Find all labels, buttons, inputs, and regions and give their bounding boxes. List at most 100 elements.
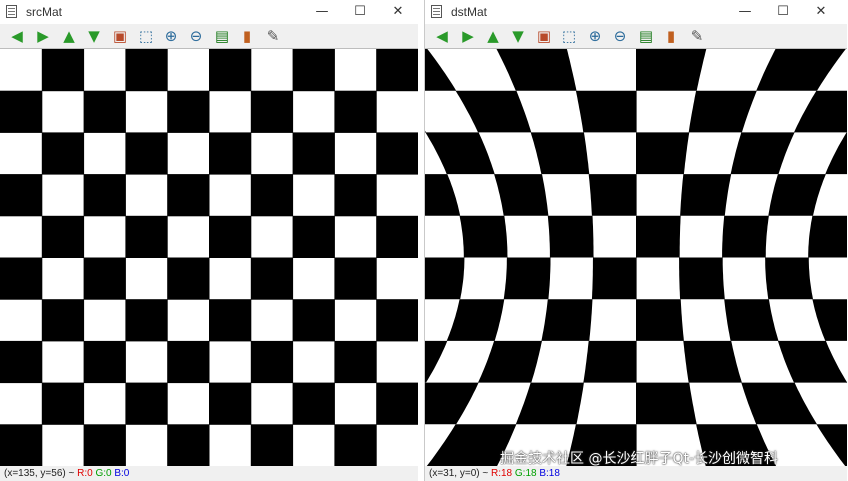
board-square — [636, 215, 681, 258]
board-square — [250, 257, 294, 300]
board-square — [292, 132, 335, 175]
board-square — [125, 382, 168, 425]
green-value: G:0 — [95, 468, 112, 479]
minimize-button[interactable]: — — [302, 2, 342, 22]
image-icon[interactable]: ▣ — [110, 27, 130, 45]
board-square — [722, 215, 769, 258]
board-square — [125, 132, 168, 175]
board-square — [83, 257, 126, 300]
arrow-up-icon[interactable]: ▲ — [59, 27, 79, 45]
zoom-in-icon[interactable]: ⊕ — [161, 27, 181, 45]
board-square — [41, 215, 85, 258]
blue-value: B:0 — [114, 468, 130, 479]
board-square — [0, 257, 43, 300]
save-icon[interactable]: ▤ — [636, 27, 656, 45]
board-square — [167, 424, 210, 466]
brush-icon[interactable]: ✎ — [263, 27, 283, 45]
board-square — [547, 215, 594, 258]
image-canvas[interactable] — [425, 49, 847, 466]
board-square — [765, 257, 813, 300]
board-square — [250, 174, 294, 217]
arrow-left-icon[interactable]: ◀ — [432, 27, 452, 45]
board-square — [209, 299, 252, 342]
board-square — [209, 215, 252, 258]
board-square — [0, 424, 43, 466]
distorted-checkerboard-image — [425, 49, 847, 466]
arrow-down-icon[interactable]: ▼ — [84, 27, 104, 45]
board-square — [167, 257, 210, 300]
board-square — [680, 174, 732, 216]
toolbar: ◀ ▶ ▲ ▼ ▣ ⬚ ⊕ ⊖ ▤ ▮ ✎ — [0, 24, 418, 49]
close-button[interactable]: ✕ — [801, 2, 841, 22]
board-square — [209, 49, 252, 92]
board-square — [292, 215, 335, 258]
board-square — [83, 340, 126, 384]
board-square — [0, 340, 43, 384]
image-icon[interactable]: ▣ — [534, 27, 554, 45]
board-square — [334, 174, 377, 217]
board-square — [636, 382, 697, 425]
board-square — [376, 132, 418, 175]
maximize-button[interactable]: ☐ — [763, 2, 803, 22]
board-square — [588, 174, 637, 216]
arrow-up-icon[interactable]: ▲ — [483, 27, 503, 45]
board-square — [459, 215, 508, 258]
board-square — [503, 257, 551, 300]
coords-readout: (x=135, y=56) ~ — [4, 468, 75, 479]
arrow-down-icon[interactable]: ▼ — [508, 27, 528, 45]
board-square — [125, 215, 168, 258]
board-square — [209, 382, 252, 425]
board-square — [209, 132, 252, 175]
board-square — [292, 382, 335, 425]
board-square — [292, 299, 335, 342]
src-window: srcMat — ☐ ✕ ◀ ▶ ▲ ▼ ▣ ⬚ ⊕ ⊖ ▤ ▮ ✎ (x=13… — [0, 0, 419, 481]
brush-icon[interactable]: ✎ — [687, 27, 707, 45]
board-square — [0, 90, 43, 133]
maximize-button[interactable]: ☐ — [340, 2, 380, 22]
board-square — [167, 340, 210, 384]
board-square — [167, 174, 210, 217]
board-square — [425, 257, 465, 300]
red-value: R:0 — [77, 468, 93, 479]
green-value: G:18 — [514, 468, 537, 479]
board-square — [334, 257, 377, 300]
board-square — [334, 90, 377, 133]
board-square — [376, 299, 418, 342]
select-region-icon[interactable]: ⬚ — [559, 27, 579, 45]
blue-value: B:18 — [539, 468, 560, 479]
board-square — [250, 424, 294, 466]
clipboard-icon[interactable]: ▮ — [237, 27, 257, 45]
image-canvas[interactable] — [0, 49, 418, 466]
zoom-out-icon[interactable]: ⊖ — [610, 27, 630, 45]
arrow-left-icon[interactable]: ◀ — [7, 27, 27, 45]
dst-window: dstMat — ☐ ✕ ◀ ▶ ▲ ▼ ▣ ⬚ ⊕ ⊖ ▤ ▮ ✎ (x=31… — [424, 0, 847, 481]
app-icon — [6, 5, 17, 18]
board-square — [334, 424, 377, 466]
board-square — [541, 299, 593, 341]
clipboard-icon[interactable]: ▮ — [661, 27, 681, 45]
zoom-in-icon[interactable]: ⊕ — [585, 27, 605, 45]
board-square — [41, 382, 85, 425]
board-square — [376, 49, 418, 92]
coords-readout: (x=31, y=0) ~ — [429, 468, 489, 479]
board-square — [292, 49, 335, 92]
window-title: srcMat — [26, 5, 62, 19]
select-region-icon[interactable]: ⬚ — [136, 27, 156, 45]
board-square — [125, 49, 168, 92]
title-bar[interactable]: dstMat — ☐ ✕ — [425, 0, 847, 24]
zoom-out-icon[interactable]: ⊖ — [186, 27, 206, 45]
minimize-button[interactable]: — — [725, 2, 765, 22]
board-square — [808, 215, 847, 258]
board-square — [591, 257, 637, 300]
board-square — [83, 424, 126, 466]
red-value: R:18 — [490, 468, 513, 479]
board-square — [0, 174, 43, 217]
watermark-text: 掘金技术社区 @长沙红胖子Qt-长沙创微智科 — [500, 451, 779, 467]
title-bar[interactable]: srcMat — ☐ ✕ — [0, 0, 418, 24]
arrow-right-icon[interactable]: ▶ — [33, 27, 53, 45]
arrow-right-icon[interactable]: ▶ — [458, 27, 478, 45]
board-square — [125, 299, 168, 342]
close-button[interactable]: ✕ — [378, 2, 418, 22]
board-square — [376, 382, 418, 425]
save-icon[interactable]: ▤ — [212, 27, 232, 45]
